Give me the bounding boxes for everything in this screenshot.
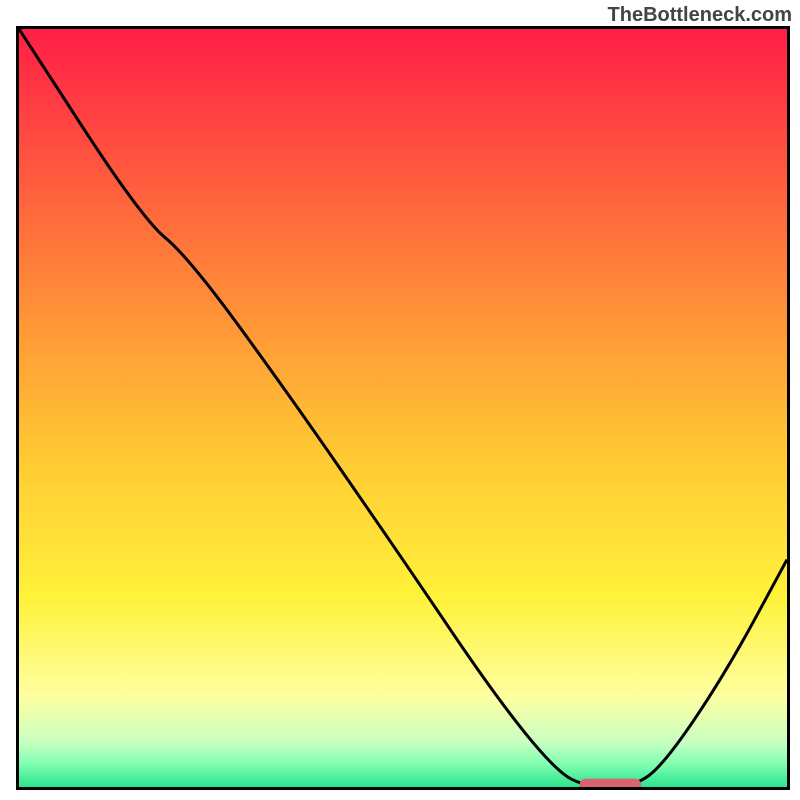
- gradient-background: [19, 29, 787, 787]
- chart-container: [16, 26, 790, 790]
- optimal-marker: [580, 779, 641, 787]
- watermark-text: TheBottleneck.com: [608, 4, 792, 27]
- chart-svg: [19, 29, 787, 787]
